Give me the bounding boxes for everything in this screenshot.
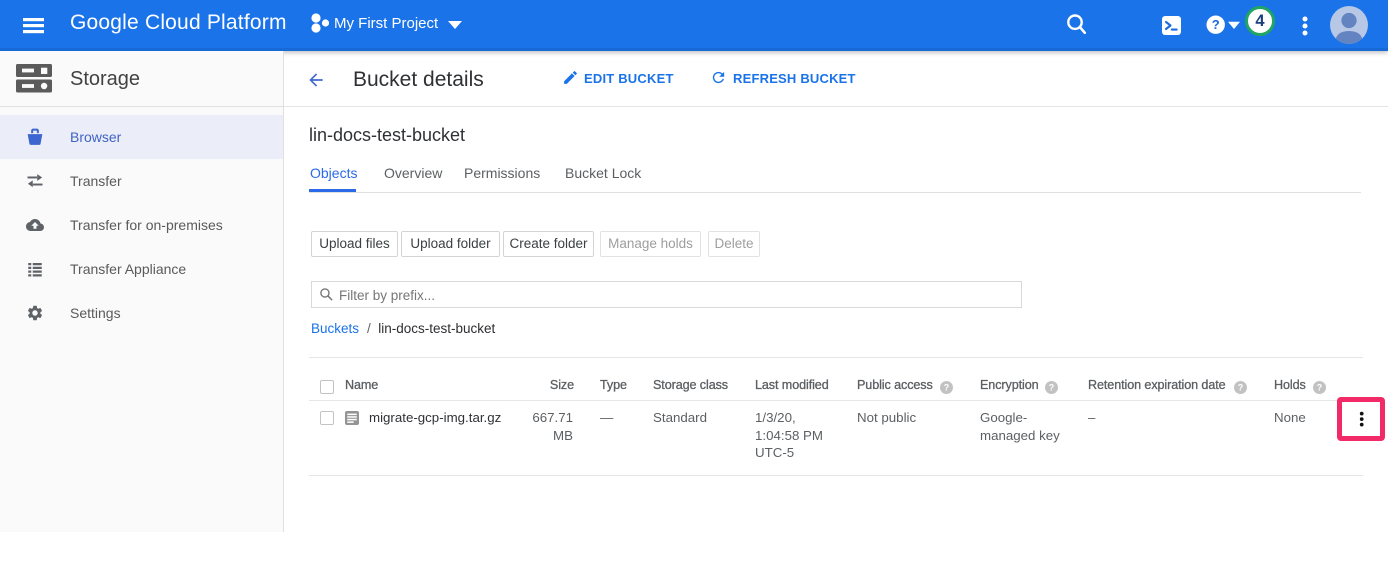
svg-text:?: ?: [1238, 382, 1244, 392]
svg-text:?: ?: [1317, 382, 1323, 392]
svg-text:?: ?: [1049, 382, 1055, 392]
svg-text:?: ?: [1212, 17, 1220, 32]
svg-text:?: ?: [944, 382, 950, 392]
